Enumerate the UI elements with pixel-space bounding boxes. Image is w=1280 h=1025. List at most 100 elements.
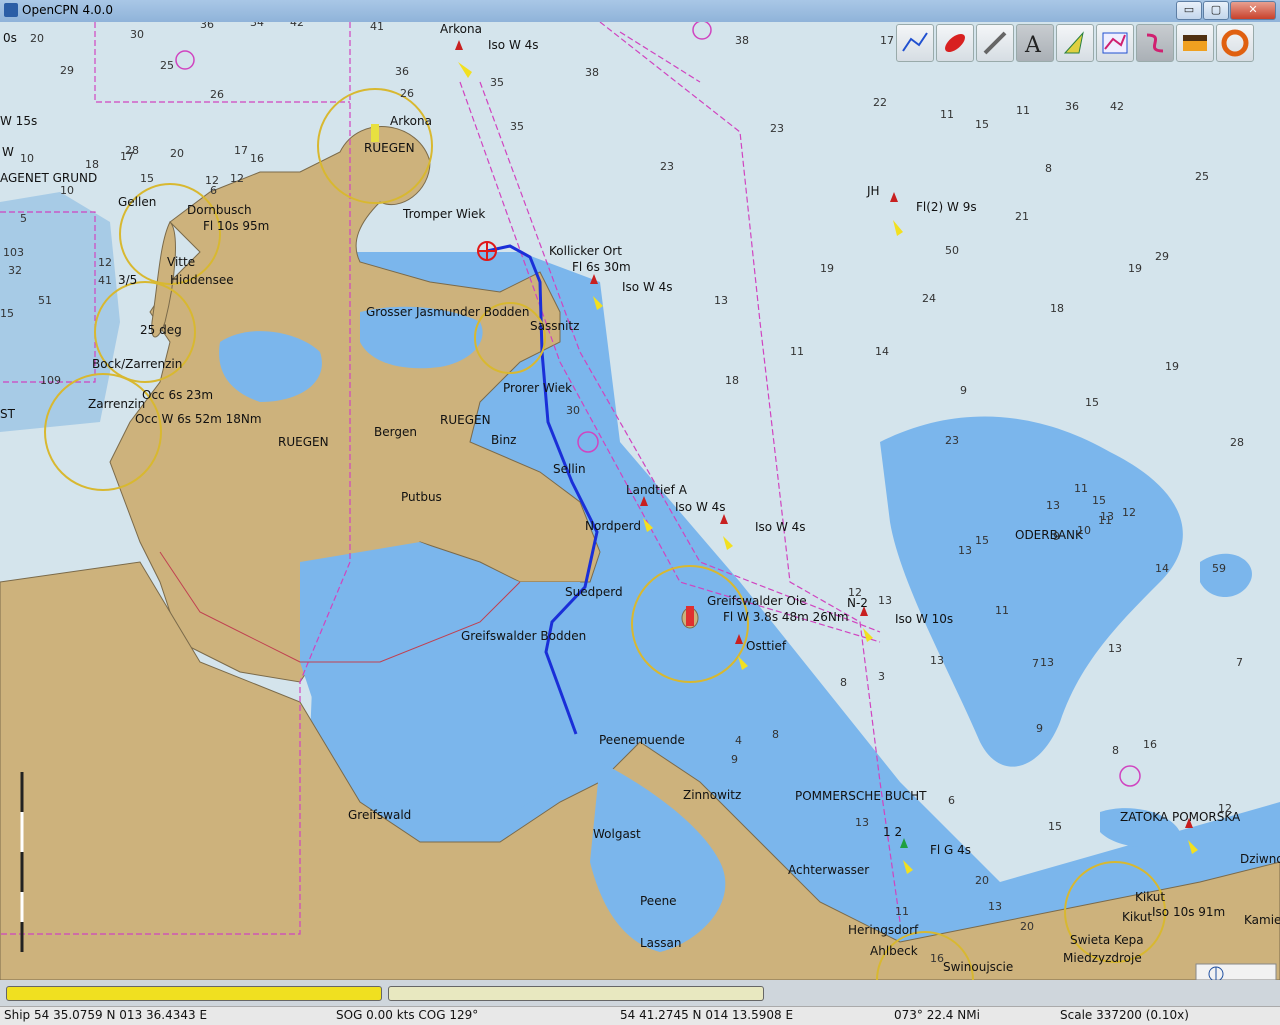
depth-sounding: 20 [170, 147, 184, 160]
depth-sounding: 36 [200, 22, 214, 31]
depth-sounding: 50 [945, 244, 959, 257]
label-suedperd: Suedperd [565, 585, 623, 599]
depth-sounding: 12 [1122, 506, 1136, 519]
label-iso-w-4s-3: Iso W 4s [675, 500, 726, 514]
shallow-water-west [0, 192, 120, 432]
depth-sounding: 10 [20, 152, 34, 165]
label-ruegen-n: RUEGEN [364, 141, 415, 155]
depth-sounding: 6 [948, 794, 955, 807]
depth-sounding: 24 [922, 292, 936, 305]
window-title: OpenCPN 4.0.0 [22, 3, 113, 17]
options-icon [983, 31, 1007, 55]
depth-sounding: 12 [98, 256, 112, 269]
label-iso-10s-91m: Iso 10s 91m [1152, 905, 1225, 919]
route-button[interactable] [896, 24, 934, 62]
text-icon: A [1024, 33, 1042, 58]
depth-sounding: 11 [790, 345, 804, 358]
label-one-two: 1 2 [883, 825, 902, 839]
minimize-button[interactable]: ▭ [1176, 1, 1202, 20]
depth-sounding: 16 [930, 952, 944, 965]
label-ruegen-w: RUEGEN [278, 435, 329, 449]
label-peenemuende: Peenemuende [599, 733, 685, 747]
depth-sounding: 13 [930, 654, 944, 667]
label-dziwnow: Dziwnow [1240, 852, 1280, 866]
status-ship-position: Ship 54 35.0759 N 013 36.4343 E [4, 1008, 208, 1022]
depth-sounding: 4 [735, 734, 742, 747]
label-prorer-wiek: Prorer Wiek [503, 381, 572, 395]
maximize-button[interactable]: ▢ [1203, 1, 1229, 20]
label-koellicker-ort: Kollicker Ort [549, 244, 622, 258]
mob-button[interactable] [1216, 24, 1254, 62]
depth-sounding: 35 [510, 120, 524, 133]
label-st: ST [0, 407, 16, 421]
depth-sounding: 8 [840, 676, 847, 689]
depth-sounding: 18 [85, 158, 99, 171]
chart-quilt-bar-2[interactable] [388, 986, 764, 1001]
label-lassan: Lassan [640, 936, 682, 950]
label-osttief: Osttief [746, 639, 787, 653]
label-kikut: Kikut [1135, 890, 1165, 904]
day-night-button[interactable] [1176, 24, 1214, 62]
depth-sounding: 13 [1108, 642, 1122, 655]
label-putbus: Putbus [401, 490, 442, 504]
track-icon [945, 34, 965, 52]
depth-sounding: 13 [958, 544, 972, 557]
track-button[interactable] [936, 24, 974, 62]
label-w-frag: W [2, 145, 14, 159]
status-bearing-distance: 073° 22.4 NMi [894, 1008, 980, 1022]
depth-sounding: 59 [1212, 562, 1226, 575]
depth-sounding: 9 [1036, 722, 1043, 735]
label-jh: JH [866, 184, 880, 198]
label-fl-10s-95m: Fl 10s 95m [203, 219, 269, 233]
tide-button[interactable] [1136, 24, 1174, 62]
depth-sounding: 30 [566, 404, 580, 417]
label-nordperd: Nordperd [585, 519, 641, 533]
options-button[interactable] [976, 24, 1014, 62]
light-button[interactable] [1056, 24, 1094, 62]
text-button[interactable]: A [1016, 24, 1054, 62]
depth-sounding: 9 [1053, 530, 1060, 543]
depth-sounding: 12 [205, 174, 219, 187]
depth-sounding: 20 [1020, 920, 1034, 933]
depth-sounding: 11 [995, 604, 1009, 617]
depth-sounding: 20 [30, 32, 44, 45]
ais-button[interactable] [1096, 24, 1134, 62]
close-button[interactable]: ✕ [1230, 1, 1276, 20]
depth-sounding: 3 [878, 670, 885, 683]
route-icon [902, 32, 928, 52]
depth-sounding: 23 [660, 160, 674, 173]
depth-sounding: 9 [731, 753, 738, 766]
depth-sounding: 11 [940, 108, 954, 121]
depth-sounding: 14 [875, 345, 889, 358]
label-ahlbeck: Ahlbeck [870, 944, 918, 958]
label-swinoujscie: Swinoujscie [943, 960, 1013, 974]
depth-sounding: 15 [1048, 820, 1062, 833]
label-greifswalder-oie: Greifswalder Oie [707, 594, 807, 608]
status-bar: Ship 54 35.0759 N 013 36.4343 E SOG 0.00… [0, 1006, 1280, 1025]
depth-sounding: 18 [725, 374, 739, 387]
depth-sounding: 18 [1050, 302, 1064, 315]
chart-canvas[interactable]: Arkona Iso W 4s Arkona RUEGEN Tromper Wi… [0, 22, 1280, 980]
depth-sounding: 103 [3, 246, 24, 259]
depth-sounding: 29 [1155, 250, 1169, 263]
depth-sounding: 38 [585, 66, 599, 79]
label-swieta-kepa: Swieta Kepa [1070, 933, 1144, 947]
depth-sounding: 23 [945, 434, 959, 447]
depth-sounding: 20 [975, 874, 989, 887]
label-agenet-grund: AGENET GRUND [0, 171, 97, 185]
nautical-chart[interactable]: Arkona Iso W 4s Arkona RUEGEN Tromper Wi… [0, 22, 1280, 980]
tide-icon [1146, 33, 1164, 53]
depth-sounding: 32 [8, 264, 22, 277]
depth-sounding: 8 [772, 728, 779, 741]
depth-sounding: 11 [1074, 482, 1088, 495]
label-bergen: Bergen [374, 425, 417, 439]
label-greifswalder-bodden: Greifswalder Bodden [461, 629, 586, 643]
depth-sounding: 16 [1143, 738, 1157, 751]
chart-quilt-bar-1[interactable] [6, 986, 382, 1001]
depth-sounding: 38 [735, 34, 749, 47]
compass-icon[interactable] [1195, 963, 1277, 980]
depth-sounding: 19 [1128, 262, 1142, 275]
depth-sounding: 19 [820, 262, 834, 275]
depth-sounding: 26 [210, 88, 224, 101]
depth-sounding: 12 [848, 586, 862, 599]
